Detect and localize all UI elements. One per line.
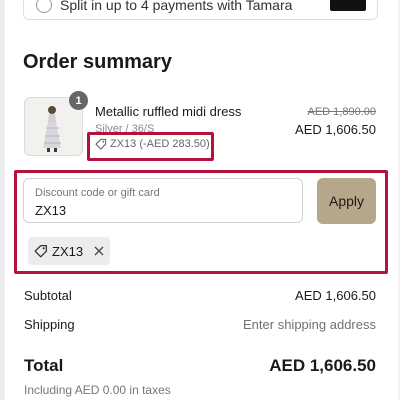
shipping-value: Enter shipping address xyxy=(243,317,376,332)
payment-option-label: Split in up to 4 payments with Tamara xyxy=(60,0,293,13)
page-left-edge xyxy=(0,0,5,400)
current-price: AED 1,606.50 xyxy=(295,122,376,137)
payment-option-tamara[interactable]: Split in up to 4 payments with Tamara xyxy=(23,0,378,20)
total-value: AED 1,606.50 xyxy=(269,356,376,375)
item-discount-highlight xyxy=(87,132,214,161)
quantity-badge: 1 xyxy=(69,91,88,110)
shipping-label: Shipping xyxy=(24,317,75,332)
order-summary-title: Order summary xyxy=(23,51,172,73)
subtotal-value: AED 1,606.50 xyxy=(295,288,376,303)
original-price: AED 1,890.00 xyxy=(307,106,377,118)
total-label: Total xyxy=(24,356,64,375)
product-name: Metallic ruffled midi dress xyxy=(95,104,242,119)
tax-note: Including AED 0.00 in taxes xyxy=(24,383,171,397)
subtotal-label: Subtotal xyxy=(24,288,72,303)
payment-provider-logo xyxy=(330,0,366,11)
payment-radio[interactable] xyxy=(36,0,52,13)
discount-section-highlight xyxy=(14,170,388,274)
